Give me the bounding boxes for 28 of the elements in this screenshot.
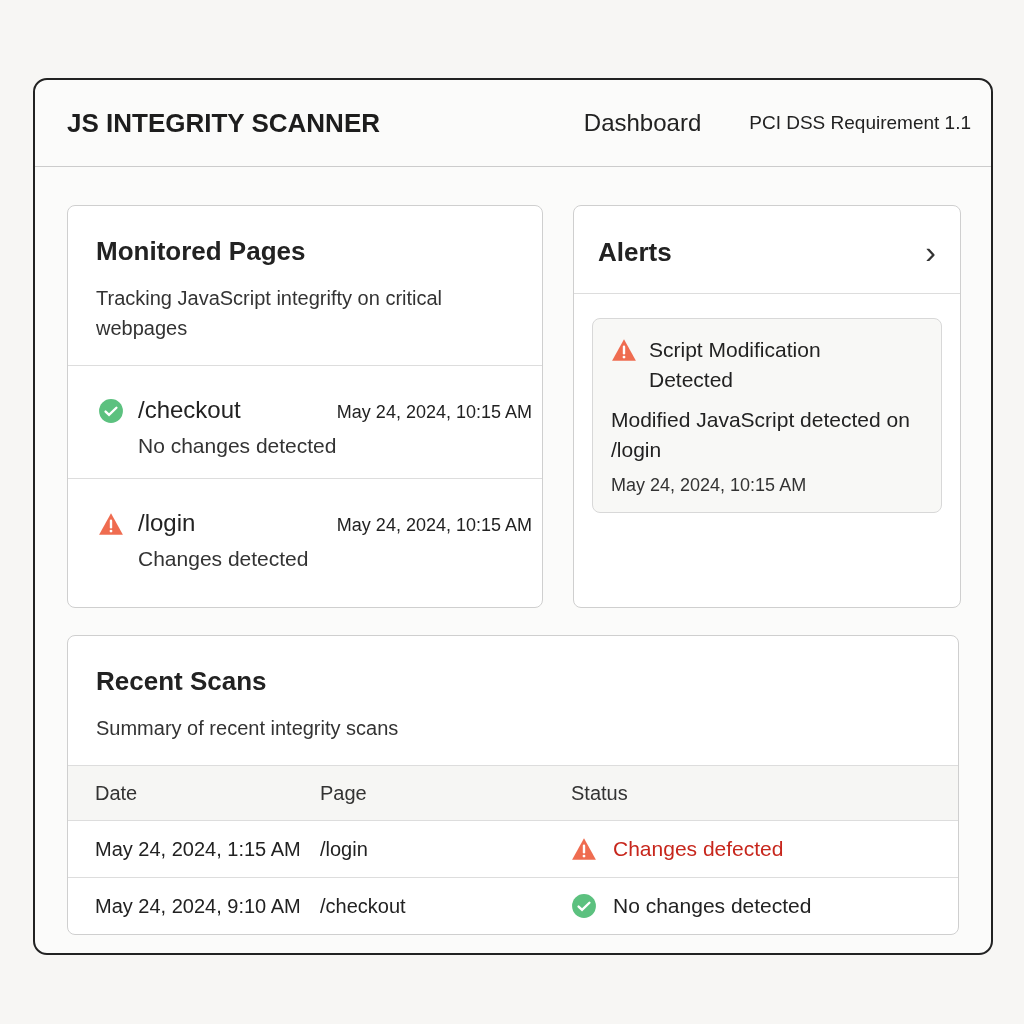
dashboard-link[interactable]: Dashboard xyxy=(583,109,702,137)
table-cell-text: /login xyxy=(320,837,369,861)
requirement-label: PCI DSS Requirement 1.1 xyxy=(749,112,971,134)
table-cell-text: /checkout xyxy=(320,894,407,918)
scan-status: Changes defected xyxy=(613,837,784,861)
chevron-button[interactable]: › xyxy=(925,234,936,271)
column-header: Date xyxy=(95,781,139,805)
card-title: Monitored Pages xyxy=(96,236,307,267)
card-title: Recent Scans xyxy=(96,666,268,697)
scan-time: May 24, 2024, 10:15 AM xyxy=(336,515,532,536)
page-status: Changes detected xyxy=(138,547,310,571)
warning-icon xyxy=(611,337,637,363)
page-path: /login xyxy=(138,509,196,537)
column-header: Status xyxy=(571,781,629,805)
page-path: /checkout xyxy=(138,396,241,424)
card-subtitle: Summary of recent integrity scans xyxy=(96,716,400,741)
page-status: No changes detected xyxy=(138,434,338,458)
scan-status: No changes detected xyxy=(613,894,812,918)
scan-time: May 24, 2024, 10:15 AM xyxy=(336,402,532,423)
card-subtitle: Tracking JavaScript integrifty on critical webpages xyxy=(96,286,444,341)
column-header: Page xyxy=(320,781,368,805)
alert-time: May 24, 2024, 10:15 AM xyxy=(611,475,807,495)
alert-title: Script Modification Detected xyxy=(649,337,822,393)
table-cell-text: May 24, 2024, 9:10 AM xyxy=(95,894,302,918)
card-title: Alerts xyxy=(598,237,672,268)
table-cell-text: May 24, 2024, 1:15 AM xyxy=(95,837,302,861)
alert-message: Modified JavaScript detected on /login xyxy=(611,407,911,463)
app-title: JS INTEGRITY SCANNER xyxy=(67,107,381,139)
